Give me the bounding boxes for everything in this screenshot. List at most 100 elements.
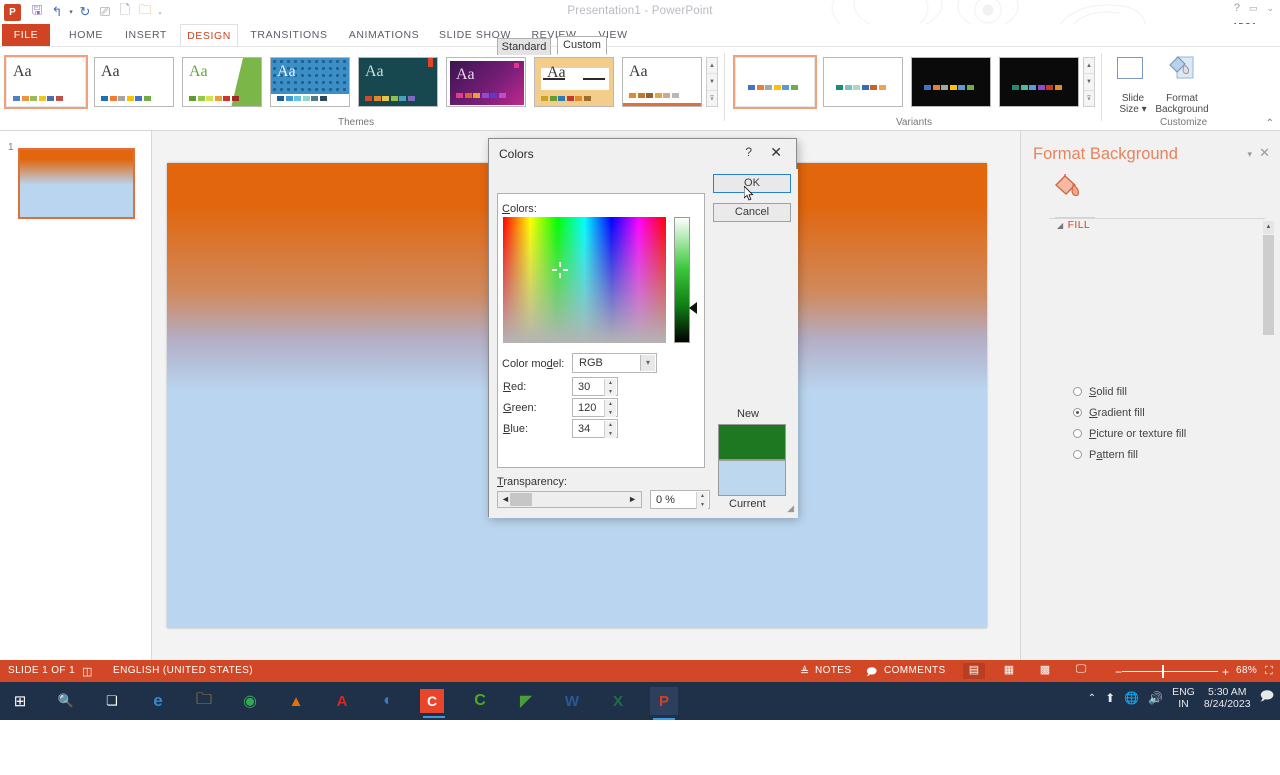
adobe-reader-icon[interactable]: A [328,687,356,715]
radio-pattern-fill[interactable]: Pattern fill [1073,449,1138,461]
blue-input[interactable]: 34 ▲ ▼ [572,419,618,438]
slider-left-arrow-icon[interactable]: ◄ [501,492,510,507]
view-slide-sorter[interactable]: ▦ [998,663,1020,679]
start-button[interactable]: ⊞ [6,687,34,715]
file-explorer-icon[interactable]: 🗀 [190,687,218,715]
camtasia-editor-icon[interactable]: C [466,687,494,715]
dialog-transparency-input[interactable]: 0 % ▲ ▼ [650,490,710,509]
theme-2[interactable]: Aa [94,57,174,107]
red-stepper[interactable]: ▲ ▼ [604,379,616,396]
fit-slide-icon[interactable]: ⛶ [1265,665,1273,678]
theme-berlin[interactable]: Aa [446,57,526,107]
luminance-slider-arrow-icon[interactable] [689,302,697,314]
ribbon-tabs[interactable]: FILE HOME INSERT DESIGN TRANSITIONS ANIM… [0,24,1280,46]
blue-stepper[interactable]: ▲ ▼ [604,421,616,438]
slide-thumbnail-1[interactable] [18,148,135,219]
comments-icon[interactable]: 🗩 [866,665,878,682]
red-input[interactable]: 30 ▲ ▼ [572,377,618,396]
color-model-select[interactable]: RGB ▾ [572,353,657,373]
fill-section-header[interactable]: ◢ FILL [1057,219,1090,231]
green-stepper[interactable]: ▲ ▼ [604,400,616,417]
radio-picture-or-texture-fill[interactable]: Picture or texture fill [1073,428,1186,440]
edge-icon[interactable]: e [144,687,172,715]
excel-icon[interactable]: X [604,687,632,715]
word-icon[interactable]: W [558,687,586,715]
notes-icon[interactable]: ≜ [800,665,810,678]
radio-gradient-fill[interactable]: Gradient fill [1073,407,1145,419]
theme-office[interactable]: Aa [4,55,88,109]
clock[interactable]: 5:30 AM 8/24/2023 [1204,686,1251,710]
fill-section-collapse-icon[interactable]: ◢ [1057,221,1064,230]
theme-dots[interactable]: Aa [270,57,350,107]
chevron-down-icon[interactable]: ▾ [640,355,655,371]
slider-right-arrow-icon[interactable]: ► [628,492,637,507]
format-background-icon[interactable] [1168,55,1196,81]
slider-thumb[interactable] [510,493,532,506]
scrollbar-thumb[interactable] [1263,235,1274,335]
vlc-icon[interactable]: ▲ [282,687,310,715]
comments-button[interactable]: COMMENTS [884,665,946,676]
variant-4[interactable] [999,57,1079,107]
tab-design[interactable]: DESIGN [180,24,238,46]
chrome-icon[interactable]: ◉ [236,687,264,715]
variant-3[interactable] [911,57,991,107]
themes-scroll-down-icon[interactable]: ▼ [707,74,717,91]
window-controls[interactable]: ? ▭ ⌄ [1234,2,1274,14]
radio-solid-fill[interactable]: Solid fill [1073,386,1127,398]
tab-custom[interactable]: Custom [557,36,607,55]
resize-grip-icon[interactable]: ◢ [787,503,794,514]
zoom-out-icon[interactable]: − [1115,665,1122,679]
theme-ion[interactable]: Aa [358,57,438,107]
format-background-button[interactable]: Format Background [1146,93,1218,115]
luminance-slider[interactable] [674,217,690,343]
fill-bucket-icon[interactable] [1053,173,1083,201]
view-reading[interactable]: ▩ [1034,663,1056,679]
variants-more-icon[interactable]: ⊽ [1084,91,1094,106]
green-input[interactable]: 120 ▲ ▼ [572,398,618,417]
tab-file[interactable]: FILE [2,24,50,46]
themes-scroll-up-icon[interactable]: ▲ [707,58,717,75]
tab-insert[interactable]: INSERT [120,24,172,46]
color-spectrum-picker[interactable] [503,217,666,343]
close-icon[interactable]: ✕ [770,144,782,161]
close-icon[interactable]: ✕ [1259,145,1270,161]
action-center-icon[interactable]: 🗩 [1260,687,1274,709]
sublime-icon[interactable]: ◤ [512,687,540,715]
tab-transitions[interactable]: TRANSITIONS [244,24,334,46]
task-view-icon[interactable]: ❏ [98,687,126,715]
view-slideshow[interactable]: 🖵 [1070,663,1092,679]
themes-more-icon[interactable]: ⊽ [707,91,717,106]
zoom-level[interactable]: 68% [1236,665,1257,676]
variants-scroll-up-icon[interactable]: ▲ [1084,58,1094,75]
volume-icon[interactable]: 🔊 [1148,691,1163,705]
slide-count-label[interactable]: SLIDE 1 OF 1 [8,665,75,676]
theme-wisp[interactable]: Aa [534,57,614,107]
variants-scroll-down-icon[interactable]: ▼ [1084,74,1094,91]
zoom-slider-knob[interactable] [1162,665,1164,678]
camtasia-icon[interactable]: C [420,689,445,718]
tab-standard[interactable]: Standard [497,38,551,55]
search-icon[interactable]: 🔍 [52,687,80,715]
dialog-transparency-stepper[interactable]: ▲ ▼ [696,492,708,509]
view-normal[interactable]: ▤ [963,663,985,679]
notes-button[interactable]: NOTES [815,665,851,676]
system-tray[interactable]: ⌃ ⬆ 🌐 🔊 ENG IN 5:30 AM 8/24/2023 🗩 [1088,686,1274,710]
help-icon[interactable]: ? [745,145,752,159]
zoom-in-icon[interactable]: + [1222,665,1229,679]
powerpoint-taskbar-icon[interactable]: P [650,687,678,720]
variant-1[interactable] [733,55,817,109]
language-label[interactable]: ENGLISH (UNITED STATES) [113,665,253,676]
zoom-slider-track[interactable] [1122,671,1218,672]
dialog-transparency-slider[interactable]: ◄ ► [497,491,642,508]
language-indicator[interactable]: ENG IN [1172,686,1195,710]
minimize-icon[interactable]: ⌄ [1266,3,1274,14]
language-icon[interactable]: ◫ [82,665,93,678]
collapse-ribbon-icon[interactable]: ⌃ [1266,118,1274,129]
theme-banded[interactable]: Aa [622,57,702,107]
cancel-button[interactable]: Cancel [713,203,791,222]
theme-facet[interactable]: Aa [182,57,262,107]
variant-2[interactable] [823,57,903,107]
tab-home[interactable]: HOME [60,24,112,46]
onedrive-icon[interactable]: ⬆ [1105,691,1115,705]
scroll-up-icon[interactable]: ▲ [1263,221,1274,234]
